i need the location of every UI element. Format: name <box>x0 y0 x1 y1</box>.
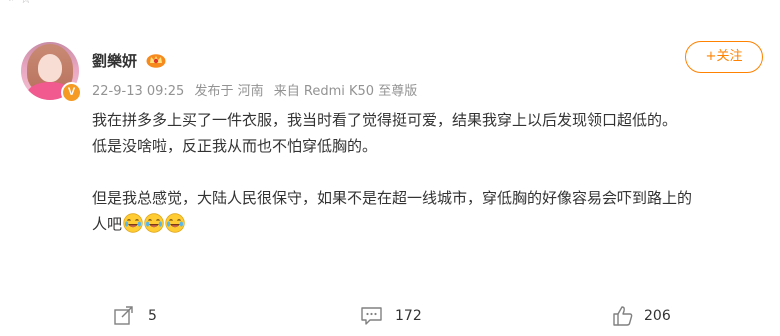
vip-crown-icon <box>146 54 166 68</box>
previous-post-edge: ⌁ ☆ <box>0 0 780 10</box>
post-location: 发布于 河南 <box>194 84 264 99</box>
laugh-cry-emoji-icon <box>123 213 143 233</box>
like-count: 206 <box>644 308 671 324</box>
verified-badge-icon: V <box>61 82 82 103</box>
post-paragraph-last: 但是我总感觉，大陆人民很保守，如果不是在超一线城市，穿低胸的好像容易会吓到路上的… <box>92 185 702 237</box>
post-source: 来自 Redmi K50 至尊版 <box>273 84 418 99</box>
avatar[interactable]: V <box>21 42 82 103</box>
comment-icon <box>361 307 382 325</box>
thumbs-up-icon <box>613 306 633 326</box>
username[interactable]: 劉樂妍 <box>92 50 137 71</box>
share-icon <box>114 306 133 325</box>
post-timestamp[interactable]: 22-9-13 09:25 <box>92 84 184 99</box>
post-content: 我在拼多多上买了一件衣服，我当时看了觉得挺可爱，结果我穿上以后发现领口超低的。 … <box>92 107 702 237</box>
laugh-cry-emoji-icon <box>165 213 185 233</box>
post-meta: 22-9-13 09:25 发布于 河南 来自 Redmi K50 至尊版 <box>92 80 423 99</box>
share-count: 5 <box>148 308 157 324</box>
follow-button[interactable]: +关注 <box>685 41 763 73</box>
post-paragraph: 低是没啥啦，反正我从而也不怕穿低胸的。 <box>92 137 378 155</box>
laugh-cry-emoji-icon <box>144 213 164 233</box>
comment-count: 172 <box>395 308 422 324</box>
post-paragraph: 我在拼多多上买了一件衣服，我当时看了觉得挺可爱，结果我穿上以后发现领口超低的。 <box>92 111 678 129</box>
